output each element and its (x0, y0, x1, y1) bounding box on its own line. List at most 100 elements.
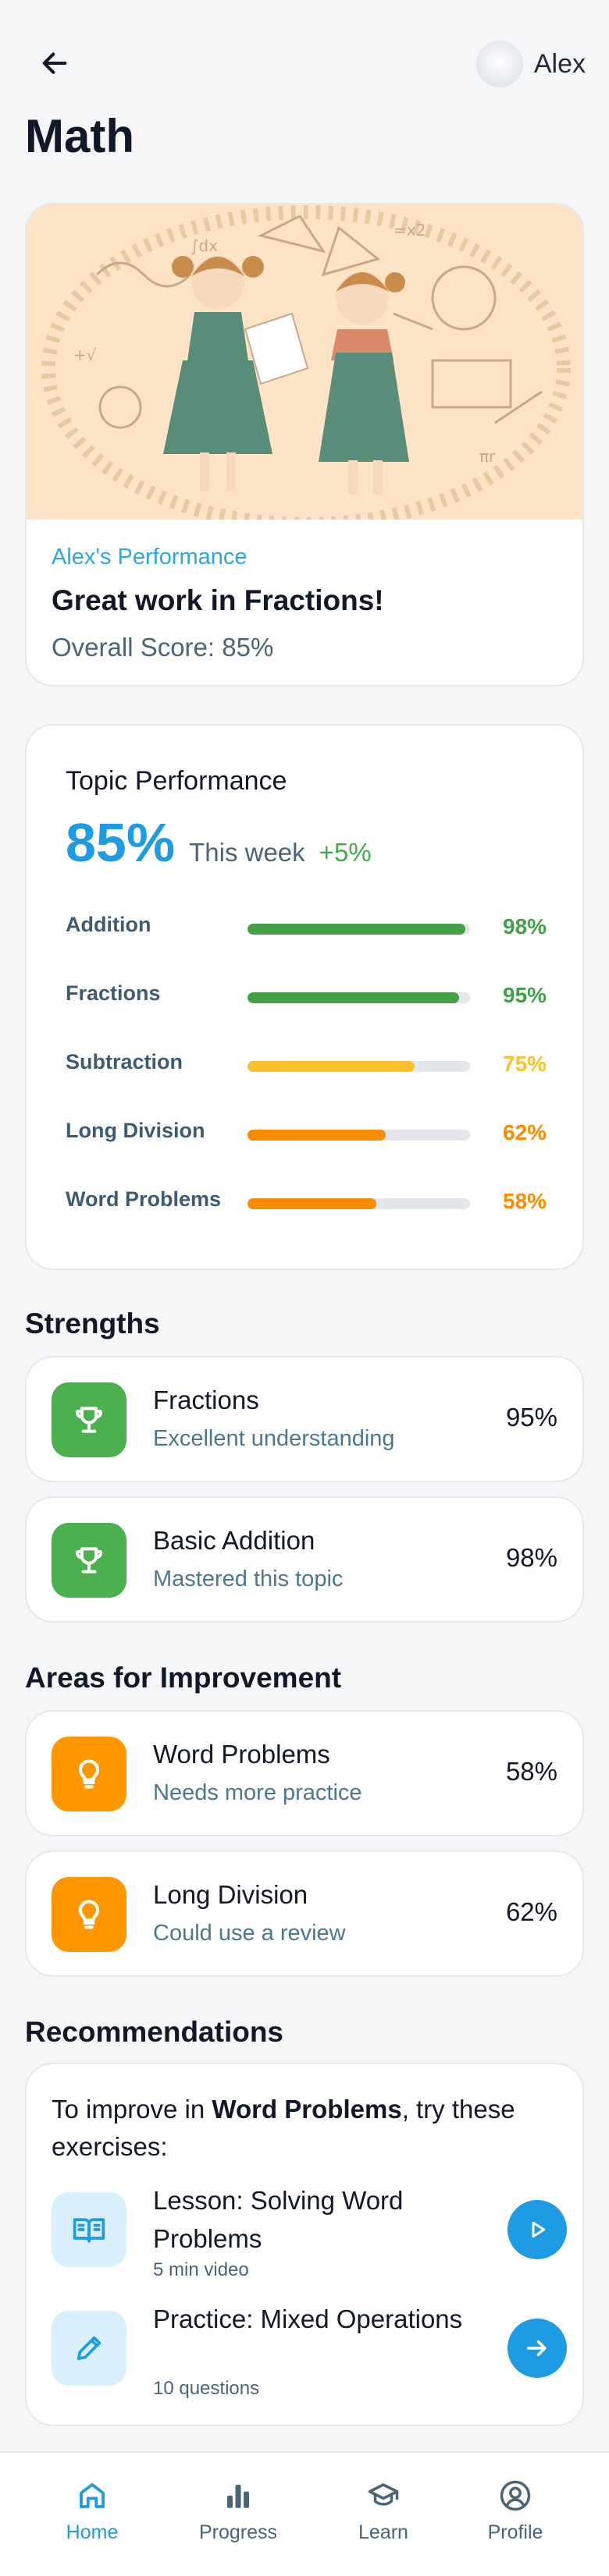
start-button[interactable] (508, 2319, 567, 2378)
strengths-title: Strengths (25, 1308, 160, 1339)
topic-score-row: 85% This week +5% (66, 811, 372, 874)
nav-label: Progress (198, 2521, 278, 2543)
strength-title: Basic Addition (153, 1526, 315, 1555)
pencil-icon (77, 2336, 102, 2361)
perf-row-fractions: Fractions 95% (66, 978, 550, 1009)
perf-row-addition: Addition 98% (66, 910, 550, 941)
trophy-icon (76, 1547, 102, 1574)
overall-score: Overall Score: 85% (52, 633, 274, 662)
week-delta: +5% (319, 838, 372, 867)
intro-prefix: To improve in (52, 2095, 212, 2124)
progress-track (248, 992, 470, 1003)
bar-chart-icon (227, 2485, 249, 2508)
user-chip[interactable]: Alex (475, 41, 586, 87)
recommendation-item[interactable]: Lesson: Solving Word Problems 5 min vide… (52, 2181, 567, 2283)
improvement-title: Areas for Improvement (25, 1662, 342, 1694)
intro-topic: Word Problems (212, 2095, 402, 2124)
week-label: This week (189, 838, 305, 867)
perf-label: Word Problems (66, 1187, 222, 1211)
home-icon (80, 2483, 105, 2508)
improvement-percent: 62% (505, 1897, 557, 1926)
improvement-card[interactable]: Long Division Could use a review 62% (25, 1850, 584, 1977)
back-button[interactable] (39, 44, 86, 83)
recommendation-meta: 5 min video (153, 2259, 249, 2280)
perf-label: Fractions (66, 981, 161, 1005)
progress-fill (248, 1061, 415, 1072)
lightbulb-icon (79, 1900, 99, 1929)
math-performance-screen: Alex Math ∫dx =x2 πr +√ Alex's Performan… (0, 0, 609, 2576)
progress-track (248, 924, 470, 935)
strength-title: Fractions (153, 1386, 259, 1414)
nav-home[interactable]: Home (30, 2479, 155, 2544)
recommendation-intro: To improve in Word Problems, try these e… (52, 2091, 559, 2166)
progress-fill (248, 992, 459, 1003)
perf-percent: 62% (503, 1120, 547, 1144)
arrow-left-icon (42, 52, 67, 74)
perf-row-word-problems: Word Problems 58% (66, 1184, 550, 1215)
improvement-percent: 58% (505, 1757, 557, 1786)
perf-percent: 58% (503, 1189, 547, 1213)
perf-percent: 75% (503, 1052, 547, 1076)
perf-percent: 98% (503, 914, 547, 939)
top-bar: Alex (0, 31, 609, 94)
recommendations-card: To improve in Word Problems, try these e… (25, 2063, 584, 2426)
hero-illustration: ∫dx =x2 πr +√ (27, 204, 582, 520)
play-button[interactable] (508, 2200, 567, 2259)
hero-subtitle: Alex's Performance (52, 545, 248, 569)
nav-label: Home (66, 2521, 119, 2543)
perf-label: Subtraction (66, 1050, 183, 1073)
svg-text:∫dx: ∫dx (191, 236, 218, 255)
user-circle-icon (500, 2480, 531, 2511)
topic-performance-card: Topic Performance 85% This week +5% Addi… (25, 724, 584, 1270)
recommendation-meta: 10 questions (153, 2378, 260, 2399)
progress-fill (248, 1130, 386, 1141)
recommendation-title: Lesson: Solving Word Problems (153, 2186, 404, 2253)
progress-track (248, 1198, 470, 1209)
page-title: Math (25, 110, 134, 162)
hero-card: ∫dx =x2 πr +√ Alex's Performance Great w… (25, 203, 584, 687)
svg-text:+√: +√ (73, 346, 97, 364)
recommendations-title: Recommendations (25, 2016, 284, 2048)
avatar (475, 41, 523, 87)
topic-score: 85% (66, 812, 176, 873)
recommendation-icon-badge (52, 2192, 126, 2267)
svg-text:=x2: =x2 (394, 221, 426, 240)
strength-icon-badge (52, 1382, 126, 1457)
strength-icon-badge (52, 1523, 126, 1598)
recommendation-title: Practice: Mixed Operations (153, 2305, 463, 2333)
book-icon (73, 2218, 105, 2243)
progress-fill (248, 924, 466, 935)
nav-learn[interactable]: Learn (321, 2479, 446, 2544)
strength-card[interactable]: Fractions Excellent understanding 95% (25, 1356, 584, 1482)
trophy-icon (76, 1407, 102, 1433)
hero-title: Great work in Fractions! (52, 584, 384, 616)
improvement-item-subtitle: Needs more practice (153, 1780, 362, 1805)
nav-progress[interactable]: Progress (176, 2479, 301, 2544)
nav-profile[interactable]: Profile (453, 2479, 578, 2544)
improvement-card[interactable]: Word Problems Needs more practice 58% (25, 1710, 584, 1836)
user-name: Alex (533, 48, 586, 79)
perf-row-long-division: Long Division 62% (66, 1116, 550, 1147)
arrow-right-icon (526, 2340, 547, 2357)
perf-percent: 95% (503, 983, 547, 1007)
strength-subtitle: Mastered this topic (153, 1567, 344, 1591)
perf-label: Long Division (66, 1119, 205, 1142)
progress-fill (248, 1198, 377, 1209)
bottom-nav: Home Progress Learn Profile (0, 2451, 609, 2576)
svg-text:πr: πr (479, 447, 496, 466)
improvement-icon-badge (52, 1737, 126, 1811)
perf-label: Addition (66, 913, 151, 936)
graduation-cap-icon (368, 2483, 399, 2506)
progress-track (248, 1130, 470, 1141)
play-icon (532, 2221, 546, 2238)
strength-percent: 95% (505, 1403, 557, 1432)
improvement-item-title: Long Division (153, 1880, 308, 1909)
improvement-item-title: Word Problems (153, 1740, 330, 1769)
strength-subtitle: Excellent understanding (153, 1426, 395, 1451)
nav-label: Profile (487, 2521, 543, 2543)
strength-percent: 98% (505, 1543, 557, 1572)
recommendation-item[interactable]: Practice: Mixed Operations 10 questions (52, 2300, 567, 2401)
strength-card[interactable]: Basic Addition Mastered this topic 98% (25, 1496, 584, 1623)
nav-label: Learn (358, 2521, 408, 2543)
improvement-item-subtitle: Could use a review (153, 1921, 346, 1946)
